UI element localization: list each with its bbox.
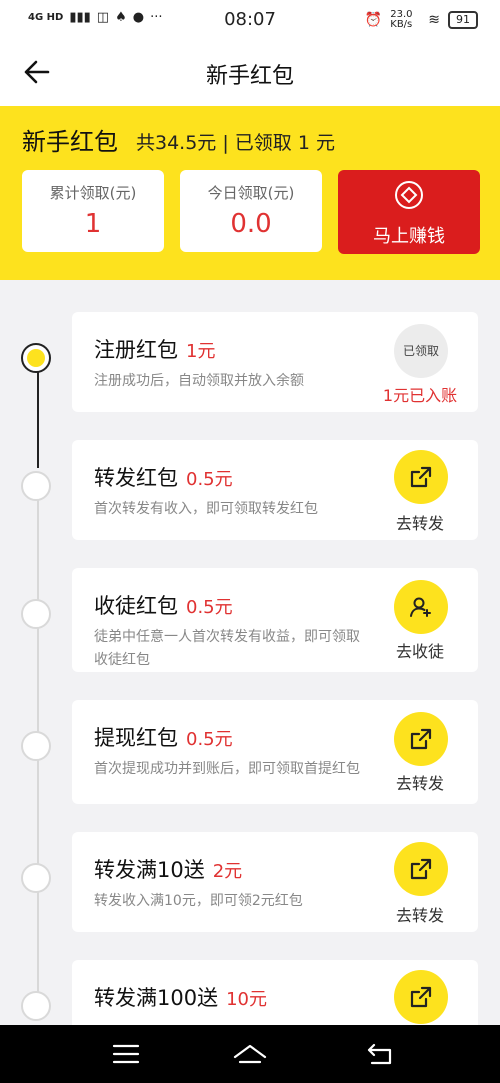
wifi-icon: ≋ — [428, 12, 440, 28]
task-action-label[interactable]: 去转发 — [374, 902, 466, 926]
task-amount: 10元 — [226, 989, 267, 1010]
share-button[interactable] — [394, 970, 448, 1024]
task-amount: 1元 — [186, 341, 216, 362]
timeline-dot — [21, 991, 51, 1021]
system-nav-bar — [0, 1025, 500, 1083]
task-name: 转发满100送 — [94, 986, 219, 1010]
task-amount: 0.5元 — [186, 729, 233, 750]
task-amount: 0.5元 — [186, 469, 233, 490]
timeline-dot — [21, 599, 51, 629]
timeline-line-active — [37, 358, 39, 468]
add-user-icon — [410, 597, 431, 617]
total-claimed-label: 累计领取(元) — [49, 184, 137, 202]
task-title: 转发满100送 10元 — [94, 982, 267, 1012]
task-action-label[interactable]: 去转发 — [374, 510, 466, 534]
hero-panel: 新手红包 共34.5元 | 已领取 1 元 累计领取(元) 1 今日领取(元) … — [0, 106, 500, 280]
task-item-register: 注册红包 1元 注册成功后，自动领取并放入余额 已领取 1元已入账 — [72, 312, 478, 412]
back-nav-icon[interactable] — [366, 1041, 396, 1067]
total-claimed-value: 1 — [84, 209, 102, 239]
share-icon — [410, 858, 432, 880]
battery-indicator: 91 — [448, 11, 478, 29]
task-name: 提现红包 — [94, 726, 178, 750]
home-icon[interactable] — [232, 1041, 268, 1067]
nav-bar: 新手红包 — [0, 40, 500, 106]
share-button[interactable] — [394, 842, 448, 896]
menu-icon[interactable] — [112, 1043, 140, 1065]
task-desc: 首次提现成功并到账后，即可领取首提红包 — [94, 761, 360, 777]
task-amount: 2元 — [212, 861, 243, 882]
today-claimed-value: 0.0 — [230, 209, 272, 239]
task-item-recruit: 收徒红包 0.5元 徒弟中任意一人首次转发有收益，即可领取收徒红包 去收徒 — [72, 568, 478, 672]
timeline-dot — [21, 731, 51, 761]
task-title: 转发红包 0.5元 — [94, 462, 233, 492]
task-desc: 徒弟中任意一人首次转发有收益，即可领取收徒红包 — [94, 629, 360, 668]
task-item-share: 转发红包 0.5元 首次转发有收入，即可领取转发红包 去转发 — [72, 440, 478, 540]
status-right: ⏰ 23.0 KB/s ≋ 91 — [365, 10, 478, 30]
timeline-dot — [21, 471, 51, 501]
share-icon — [410, 466, 432, 488]
task-action-label[interactable]: 去转发 — [374, 770, 466, 794]
share-button[interactable] — [394, 450, 448, 504]
task-item-withdraw: 提现红包 0.5元 首次提现成功并到账后，即可领取首提红包 去转发 — [72, 700, 478, 804]
hero-title: 新手红包 — [22, 128, 118, 156]
task-name: 转发红包 — [94, 466, 178, 490]
task-name: 转发满10送 — [94, 858, 205, 882]
task-amount: 0.5元 — [186, 597, 233, 618]
task-action-label: 1元已入账 — [382, 386, 458, 405]
task-item-share-10: 转发满10送 2元 转发收入满10元，即可领2元红包 去转发 — [72, 832, 478, 932]
network-speed: 23.0 KB/s — [390, 9, 413, 30]
timeline-dot — [21, 863, 51, 893]
today-claimed-label: 今日领取(元) — [207, 184, 295, 202]
timeline-dot-active — [21, 343, 51, 373]
task-title: 提现红包 0.5元 — [94, 722, 233, 752]
total-claimed-card: 累计领取(元) 1 — [22, 170, 164, 252]
status-bar: 4G HD ▮▮▮ ◫ ♠ ● ··· 08:07 ⏰ 23.0 KB/s ≋ … — [0, 0, 500, 40]
hero-summary: 共34.5元 | 已领取 1 元 — [136, 132, 335, 154]
task-desc: 注册成功后，自动领取并放入余额 — [94, 373, 304, 389]
recruit-button[interactable] — [394, 580, 448, 634]
task-title: 注册红包 1元 — [94, 334, 215, 364]
earn-now-label: 马上赚钱 — [373, 226, 445, 247]
task-action-label[interactable]: 去收徒 — [374, 638, 466, 662]
page-title: 新手红包 — [205, 64, 294, 89]
today-claimed-card: 今日领取(元) 0.0 — [180, 170, 322, 252]
share-button[interactable] — [394, 712, 448, 766]
task-title: 转发满10送 2元 — [94, 854, 242, 884]
task-name: 注册红包 — [94, 338, 178, 362]
task-desc: 首次转发有收入，即可领取转发红包 — [94, 501, 318, 517]
task-desc: 转发收入满10元，即可领2元红包 — [94, 893, 303, 909]
share-icon — [410, 728, 432, 750]
alarm-icon: ⏰ — [364, 12, 383, 28]
earn-now-button[interactable]: 马上赚钱 — [338, 170, 480, 254]
task-title: 收徒红包 0.5元 — [94, 590, 233, 620]
coin-icon — [395, 181, 423, 209]
claimed-badge: 已领取 — [394, 324, 448, 378]
share-icon — [410, 986, 432, 1008]
task-name: 收徒红包 — [94, 594, 178, 618]
